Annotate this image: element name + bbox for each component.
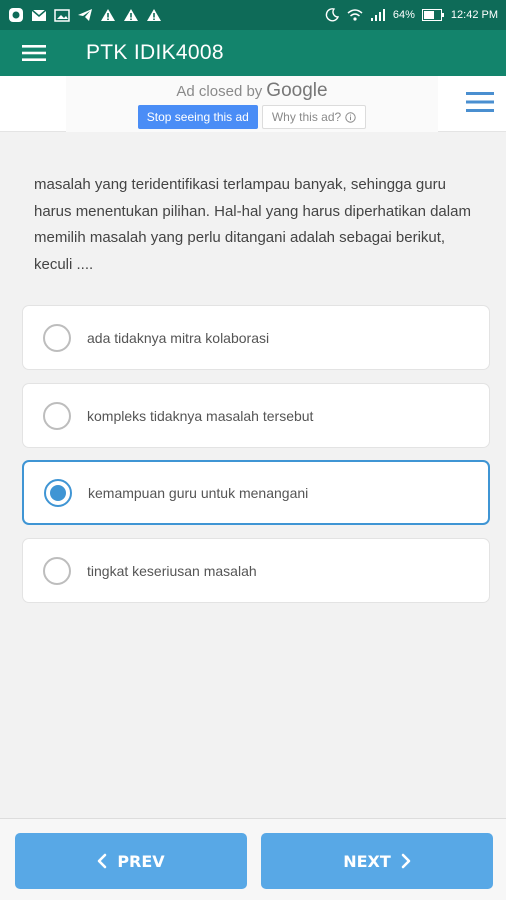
radio-button-checked[interactable] [44,478,72,507]
clock: 12:42 PM [450,9,498,21]
answer-label: ada tidaknya mitra kolaborasi [87,329,270,346]
hamburger-icon [22,45,46,61]
signal-icon [370,8,386,22]
ad-closed-text: Ad closed by Google [176,80,327,102]
chevron-right-icon [401,853,411,869]
chevron-left-icon [98,853,107,869]
menu-button[interactable] [0,30,68,76]
answer-label: kompleks tidaknya masalah tersebut [87,407,314,424]
answer-option[interactable]: tingkat keseriusan masalah [22,538,490,603]
answer-option-selected[interactable]: kemampuan guru untuk menangani [22,460,490,525]
ad-closed-label: Ad closed by [176,83,263,100]
app-bar: PTK IDIK4008 [0,30,506,76]
warning-icon [146,8,162,22]
next-label: NEXT [343,851,391,871]
battery-icon [421,9,444,21]
app-title: PTK IDIK4008 [86,41,224,64]
stop-seeing-ad-button[interactable]: Stop seeing this ad [137,105,258,129]
app-icon [8,7,24,23]
hamburger-icon [466,92,494,112]
warning-icon [100,8,116,22]
prev-button[interactable]: PREV [15,833,247,889]
ad-menu-button[interactable] [466,90,494,116]
status-bar: 64% 12:42 PM [0,0,506,30]
answer-label: kemampuan guru untuk menangani [88,484,309,501]
answer-label: tingkat keseriusan masalah [87,562,257,579]
why-this-ad-label: Why this ad? [271,110,342,124]
ad-closed-box: Ad closed by Google Stop seeing this ad … [66,76,438,132]
battery-percentage: 64% [392,9,415,21]
prev-label: PREV [117,851,165,871]
mail-icon [31,8,47,22]
radio-button[interactable] [43,323,71,352]
ad-banner: Ad closed by Google Stop seeing this ad … [0,76,506,132]
radio-button[interactable] [43,556,71,585]
bottom-navigation: PREV NEXT [0,818,506,900]
answer-option[interactable]: ada tidaknya mitra kolaborasi [22,305,490,370]
radio-selected-dot [50,484,66,501]
google-logo: Google [266,80,328,101]
do-not-disturb-icon [324,7,340,23]
info-icon [345,111,356,123]
next-button[interactable]: NEXT [261,833,493,889]
why-this-ad-button[interactable]: Why this ad? [261,105,367,129]
telegram-icon [77,8,93,22]
warning-icon [123,8,139,22]
question-text: masalah yang teridentifikasi terlampau b… [34,176,471,273]
system-icons: 64% 12:42 PM [324,7,498,23]
wifi-icon [347,8,363,22]
image-icon [54,8,70,22]
ad-buttons: Stop seeing this ad Why this ad? [137,105,367,129]
radio-button[interactable] [43,401,71,430]
answer-option[interactable]: kompleks tidaknya masalah tersebut [22,383,490,448]
notification-icons [8,7,162,23]
